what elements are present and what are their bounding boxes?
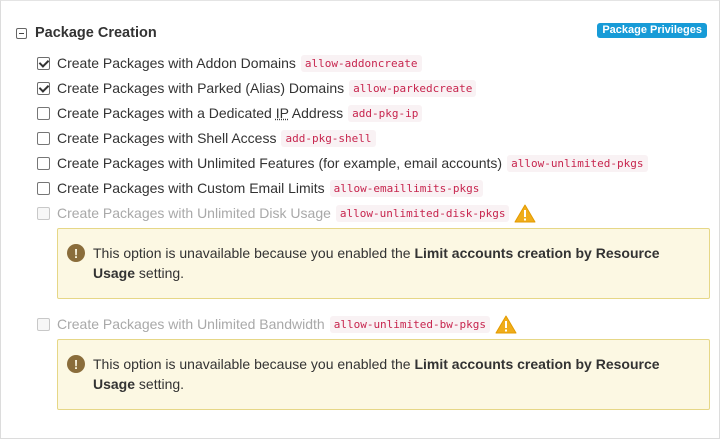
option-label: Create Packages with Unlimited Features … — [57, 155, 503, 171]
option-add-pkg-ip[interactable]: Create Packages with a Dedicated IP Addr… — [37, 103, 423, 123]
option-code: add-pkg-shell — [281, 129, 376, 147]
option-label: Create Packages with Parked (Alias) Doma… — [57, 80, 345, 96]
option-code: allow-emaillimits-pkgs — [329, 179, 484, 197]
package-creation-panel: Package Creation Package Privileges Crea… — [0, 0, 720, 439]
option-allow-parkedcreate[interactable]: Create Packages with Parked (Alias) Doma… — [37, 78, 477, 98]
checkbox-allow-addoncreate[interactable] — [37, 56, 50, 70]
checkbox-add-pkg-ip[interactable] — [37, 106, 50, 120]
option-code: allow-unlimited-pkgs — [507, 154, 648, 172]
warning-triangle-icon[interactable] — [514, 204, 536, 223]
notice-suffix: setting. — [135, 265, 185, 281]
option-code: allow-parkedcreate — [349, 79, 477, 97]
minus-square-icon[interactable] — [16, 27, 27, 39]
notice-suffix: setting. — [135, 376, 185, 392]
option-label: Create Packages with Addon Domains — [57, 55, 296, 71]
option-label-pre: Create Packages with a Dedicated — [57, 105, 276, 121]
checkbox-allow-emaillimits-pkgs[interactable] — [37, 181, 50, 195]
option-code: allow-unlimited-bw-pkgs — [329, 315, 491, 333]
checkbox-allow-parkedcreate[interactable] — [37, 81, 50, 95]
option-label: Create Packages with Custom Email Limits — [57, 180, 325, 196]
notice-prefix: This option is unavailable because you e… — [93, 356, 415, 372]
option-label: Create Packages with a Dedicated IP Addr… — [57, 105, 343, 121]
option-allow-unlimited-pkgs[interactable]: Create Packages with Unlimited Features … — [37, 153, 648, 173]
checkbox-add-pkg-shell[interactable] — [37, 131, 50, 145]
checkbox-allow-unlimited-bw-pkgs — [37, 317, 50, 331]
option-label-post: Address — [288, 105, 344, 121]
option-code: add-pkg-ip — [348, 104, 423, 122]
section-title: Package Creation — [35, 25, 157, 41]
option-label: Create Packages with Unlimited Bandwidth — [57, 316, 325, 332]
unavailable-notice: ! This option is unavailable because you… — [57, 228, 710, 299]
option-allow-emaillimits-pkgs[interactable]: Create Packages with Custom Email Limits… — [37, 178, 484, 198]
checkbox-allow-unlimited-pkgs[interactable] — [37, 156, 50, 170]
option-allow-unlimited-bw-pkgs: Create Packages with Unlimited Bandwidth… — [37, 314, 517, 334]
exclamation-circle-icon: ! — [67, 244, 85, 262]
notice-prefix: This option is unavailable because you e… — [93, 245, 415, 261]
option-allow-unlimited-disk-pkgs: Create Packages with Unlimited Disk Usag… — [37, 203, 536, 223]
option-add-pkg-shell[interactable]: Create Packages with Shell Access add-pk… — [37, 128, 376, 148]
option-label: Create Packages with Shell Access — [57, 130, 277, 146]
warning-triangle-icon[interactable] — [495, 315, 517, 334]
option-label: Create Packages with Unlimited Disk Usag… — [57, 205, 331, 221]
option-code: allow-unlimited-disk-pkgs — [335, 204, 510, 222]
unavailable-notice: ! This option is unavailable because you… — [57, 339, 710, 410]
notice-message: This option is unavailable because you e… — [93, 243, 697, 283]
ip-abbreviation: IP — [275, 105, 289, 121]
section-header: Package Creation — [16, 21, 157, 45]
checkbox-allow-unlimited-disk-pkgs — [37, 206, 50, 220]
exclamation-circle-icon: ! — [67, 355, 85, 373]
notice-message: This option is unavailable because you e… — [93, 354, 697, 394]
option-code: allow-addoncreate — [300, 54, 422, 72]
package-privileges-badge: Package Privileges — [597, 23, 707, 38]
option-allow-addoncreate[interactable]: Create Packages with Addon Domains allow… — [37, 53, 422, 73]
